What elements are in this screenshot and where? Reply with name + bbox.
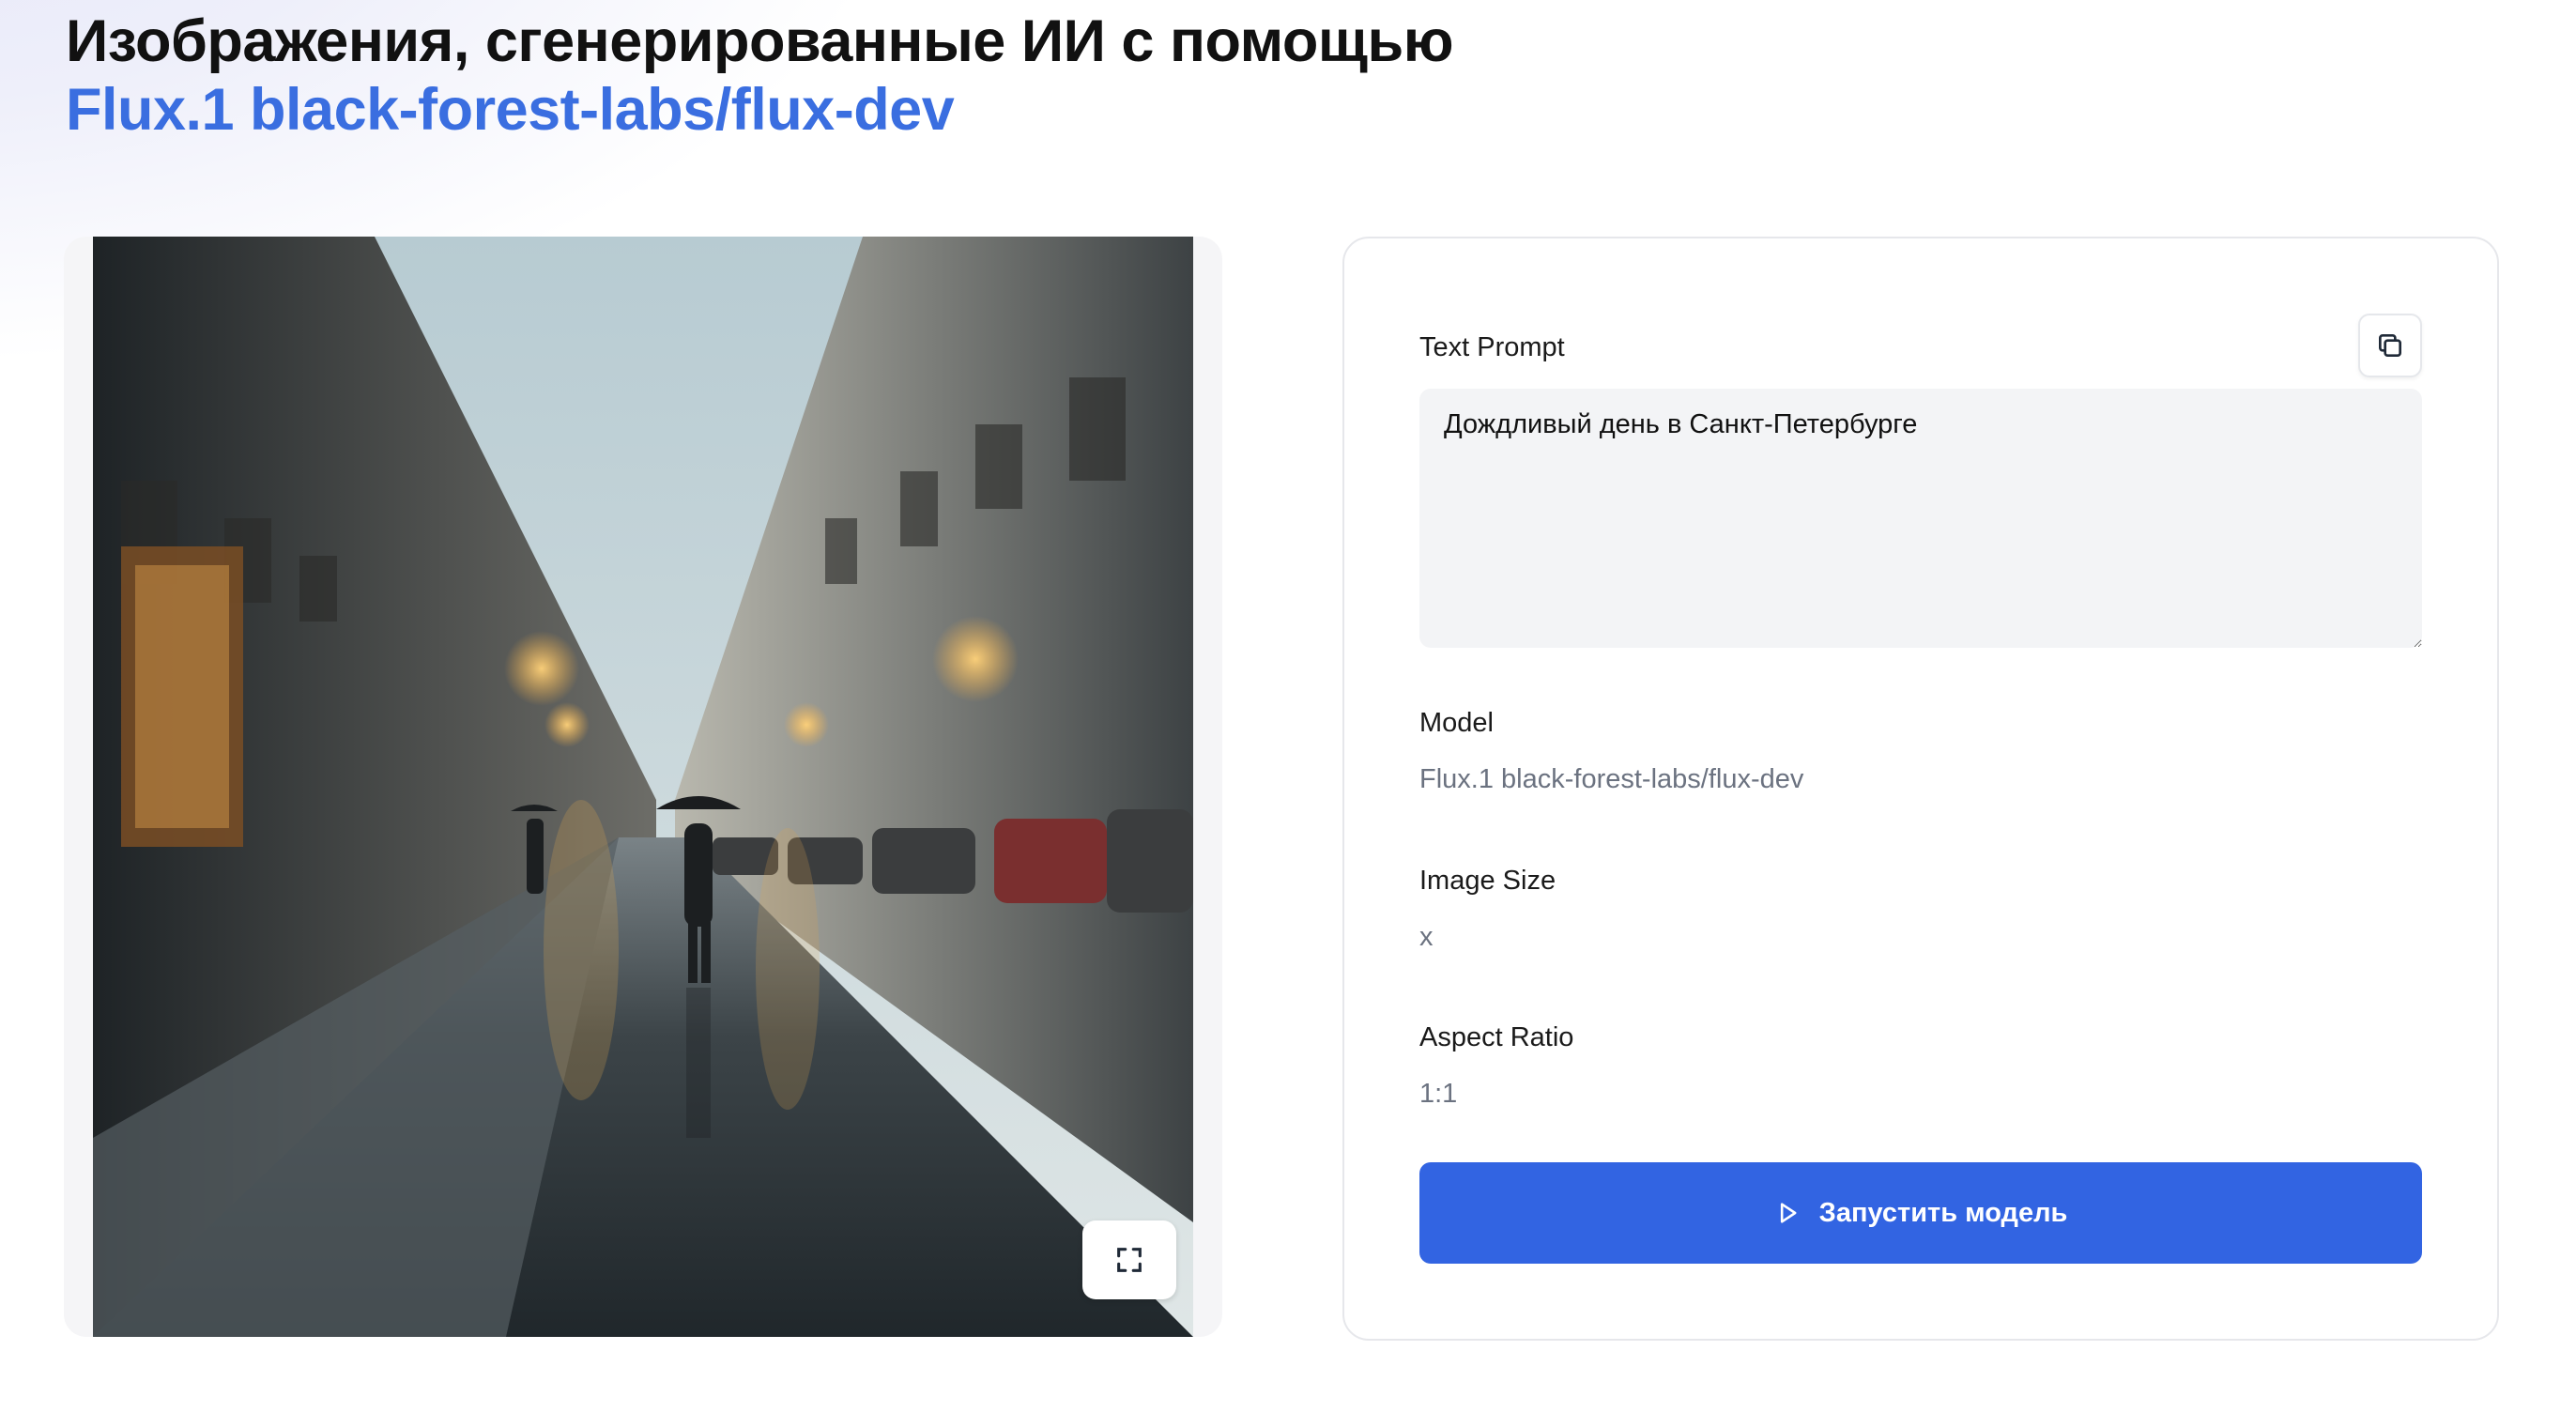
model-value: Flux.1 black-forest-labs/flux-dev — [1419, 764, 1804, 794]
run-model-button[interactable]: Запустить модель — [1419, 1162, 2422, 1264]
run-model-label: Запустить модель — [1818, 1197, 2068, 1228]
fullscreen-button[interactable] — [1082, 1220, 1176, 1299]
aspect-ratio-value: 1:1 — [1419, 1079, 1458, 1109]
generated-image[interactable] — [93, 237, 1193, 1337]
settings-panel: Text Prompt Дождливый день в Санкт-Петер… — [1342, 237, 2499, 1341]
model-label: Model — [1419, 708, 1494, 738]
page-title: Изображения, сгенерированные ИИ с помощь… — [66, 8, 1474, 145]
page-title-text: Изображения, сгенерированные ИИ с помощь… — [66, 8, 1454, 74]
image-size-label: Image Size — [1419, 866, 1556, 896]
prompt-input[interactable]: Дождливый день в Санкт-Петербурге — [1419, 389, 2422, 648]
aspect-ratio-label: Aspect Ratio — [1419, 1022, 1574, 1052]
page-title-model: Flux.1 black-forest-labs/flux-dev — [66, 77, 955, 143]
prompt-label: Text Prompt — [1419, 332, 1565, 362]
play-icon — [1780, 1203, 1797, 1223]
copy-icon — [2379, 334, 2401, 357]
image-size-value: x — [1419, 922, 1434, 952]
fullscreen-icon — [1117, 1248, 1142, 1272]
copy-prompt-button[interactable] — [2358, 314, 2422, 377]
street-scene-illustration — [93, 237, 1193, 1337]
